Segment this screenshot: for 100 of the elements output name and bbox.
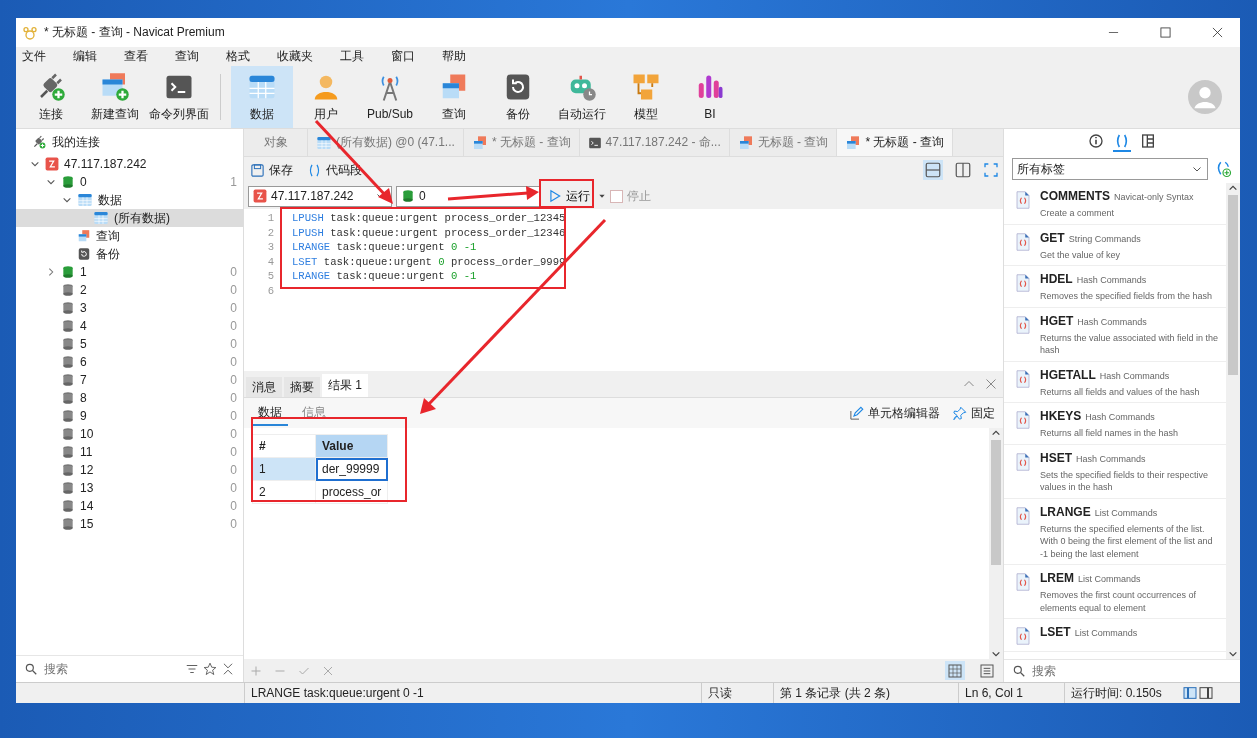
layout-icon (1182, 685, 1198, 701)
menu-item[interactable]: 窗口 (387, 48, 426, 65)
tree-item[interactable]: 10 0 (16, 425, 243, 443)
info-icon (1088, 133, 1104, 149)
toolbar-button[interactable]: 新建查询 (84, 66, 146, 128)
play-icon (548, 189, 562, 203)
result-tab[interactable]: 结果 1 (322, 374, 368, 397)
status-time: 运行时间: 0.150s (1064, 683, 1182, 703)
plus-icon (250, 664, 262, 677)
pin-button[interactable]: 固定 (950, 402, 997, 424)
result-subtab[interactable]: 信息 (296, 400, 332, 426)
tree-item[interactable]: 5 0 (16, 335, 243, 353)
window-title: * 无标题 - 查询 - Navicat Premium (44, 24, 226, 41)
toolbar-button[interactable]: 备份 (487, 66, 549, 128)
menu-item[interactable]: 文件 (18, 48, 57, 65)
table-icon (77, 192, 93, 208)
search-field[interactable]: 搜索 (42, 661, 181, 677)
tree-item[interactable]: 14 0 (16, 497, 243, 515)
scrollbar[interactable] (989, 428, 1003, 659)
code-line: LRANGE task:queue:urgent 0 -1 (292, 241, 477, 254)
chevron-up-icon (991, 428, 1001, 438)
tree-item[interactable]: 2 0 (16, 281, 243, 299)
editor-tab[interactable]: * 无标题 - 查询 (837, 129, 954, 156)
code-line: LPUSH task:queue:urgent process_order_12346 (292, 226, 566, 239)
tree-item[interactable]: 11 0 (16, 443, 243, 461)
toolbar-button[interactable]: BI (679, 66, 741, 128)
snippet-file-icon (1014, 409, 1032, 431)
snippet-file-icon (1014, 625, 1032, 647)
tree-item[interactable]: 1 0 (16, 263, 243, 281)
code-line: LSET task:queue:urgent 0 process_order_9999 (292, 255, 566, 268)
tree-item[interactable]: 9 0 (16, 407, 243, 425)
line-number: 4 (266, 255, 275, 268)
run-button[interactable]: 运行 (544, 185, 594, 207)
tree-item[interactable]: 备份 (16, 245, 243, 263)
menu-item[interactable]: 工具 (336, 48, 375, 65)
tree-item[interactable]: 0 1 (16, 173, 243, 191)
server-icon (45, 157, 59, 171)
snippet-item[interactable]: COMMENTS Navicat-only Syntax Create a comment (1004, 183, 1226, 225)
save-button[interactable]: 保存 (248, 159, 295, 181)
code-line: LRANGE task:queue:urgent 0 -1 (292, 270, 477, 283)
snippet-item[interactable]: GET String Commands Get the value of key (1004, 224, 1226, 266)
menu-item[interactable]: 帮助 (438, 48, 477, 65)
tree-item[interactable]: 8 0 (16, 389, 243, 407)
line-number: 1 (266, 212, 275, 225)
connections-heading: 我的连接 (52, 133, 100, 151)
avatar-icon[interactable] (1188, 80, 1222, 114)
toolbar-button[interactable]: 查询 (423, 66, 485, 128)
menu-item[interactable]: 查看 (120, 48, 159, 65)
column-header[interactable]: # (252, 434, 316, 458)
tree-item[interactable]: 4 0 (16, 317, 243, 335)
status-sql: LRANGE task:queue:urgent 0 -1 (244, 683, 701, 703)
tree-item[interactable]: 15 0 (16, 515, 243, 533)
tree-item[interactable]: 数据 (16, 191, 243, 209)
toolbar-button[interactable]: 连接 (20, 66, 82, 128)
toolbar-button[interactable]: 命令列界面 (148, 66, 210, 128)
tree-item[interactable]: 7 0 (16, 371, 243, 389)
scrollbar[interactable] (1226, 183, 1240, 659)
result-subtab[interactable]: 数据 (252, 400, 288, 426)
toolbar-button[interactable]: Pub/Sub (359, 66, 421, 128)
cell-editor-button[interactable]: 单元格编辑器 (847, 402, 942, 424)
menu-item[interactable]: 编辑 (69, 48, 108, 65)
layout-toggle[interactable] (953, 160, 973, 180)
result-tab[interactable]: 摘要 (284, 377, 320, 397)
tree-item[interactable]: 3 0 (16, 299, 243, 317)
query-icon (77, 229, 91, 243)
tree-item[interactable]: 12 0 (16, 461, 243, 479)
editor-tab[interactable]: * 无标题 - 查询 (463, 129, 580, 156)
menu-item[interactable]: 收藏夹 (273, 48, 324, 65)
tree-item[interactable]: (所有数据) (16, 209, 243, 227)
layout-toggle[interactable] (923, 160, 943, 180)
tag-filter-select[interactable]: 所有标签 (1012, 158, 1208, 180)
toolbar-button[interactable]: 自动运行 (551, 66, 613, 128)
toolbar-button[interactable]: 数据 (231, 66, 293, 128)
toolbar-button[interactable]: 模型 (615, 66, 677, 128)
code-line: LPUSH task:queue:urgent process_order_12345 (292, 212, 566, 225)
result-tab[interactable]: 消息 (246, 377, 282, 397)
snippet-item[interactable]: HDEL Hash Commands Removes the specified fields from the hash (1004, 266, 1226, 308)
plug-icon (32, 135, 46, 149)
editor-tab[interactable]: 对象 (244, 129, 308, 156)
editor-tab[interactable]: 47.117.187.242 - 命... (579, 129, 730, 156)
tree-item[interactable]: 13 0 (16, 479, 243, 497)
view-toggle[interactable] (945, 661, 965, 680)
snippet-item[interactable]: HGETALL Hash Commands Returns all fields and values of the hash (1004, 361, 1226, 403)
tree-item[interactable]: 查询 (16, 227, 243, 245)
panel-layout-icon (1140, 133, 1156, 149)
terminal-icon (587, 135, 602, 150)
tree-item[interactable]: 6 0 (16, 353, 243, 371)
menu-item[interactable]: 查询 (171, 48, 210, 65)
query-icon (737, 134, 754, 151)
tree-item[interactable]: 47.117.187.242 (16, 155, 243, 173)
chevron-down-icon (991, 649, 1001, 659)
view-toggle[interactable] (977, 661, 997, 680)
column-header[interactable]: Value (315, 434, 388, 458)
menu-item[interactable]: 格式 (222, 48, 261, 65)
collapse-icon (221, 662, 235, 676)
toolbar-button[interactable]: 用户 (295, 66, 357, 128)
snippet-item[interactable]: HKEYS Hash Commands Returns all field names in the hash (1004, 403, 1226, 445)
close-icon (985, 378, 997, 390)
connection-select[interactable]: 47.117.187.242 (248, 185, 392, 207)
snippet-item[interactable]: LSET List Commands (1004, 619, 1226, 652)
